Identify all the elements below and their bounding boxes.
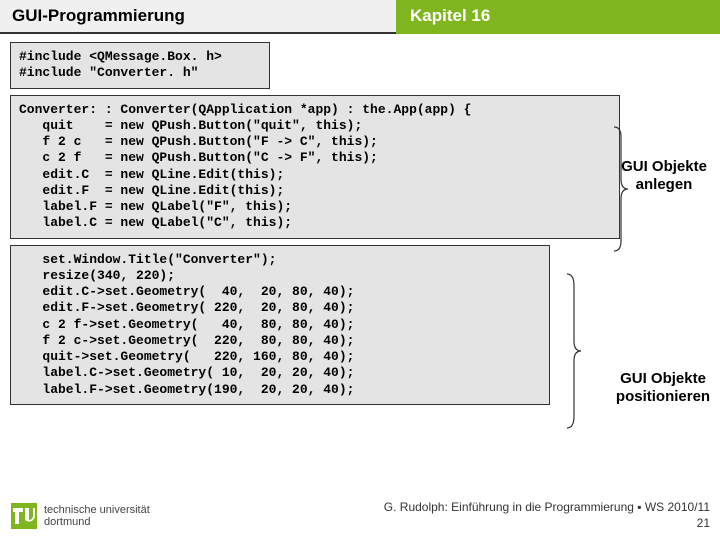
- uni-line1: technische universität: [44, 504, 150, 516]
- annotation-position-l2: positionieren: [616, 388, 710, 405]
- header-title-left: GUI-Programmierung: [0, 0, 396, 34]
- annotation-position: GUI Objekte positionieren: [608, 370, 718, 406]
- brace-icon: [566, 272, 580, 430]
- slide-header: GUI-Programmierung Kapitel 16: [0, 0, 720, 34]
- annotation-create-l2: anlegen: [636, 176, 693, 193]
- code-geometry: set.Window.Title("Converter"); resize(34…: [10, 245, 550, 405]
- university-name: technische universität dortmund: [44, 504, 150, 528]
- annotation-create: GUI Objekte anlegen: [614, 158, 714, 194]
- slide-footer: technische universität dortmund G. Rudol…: [0, 496, 720, 540]
- tu-logo-icon: [10, 502, 38, 530]
- annotation-position-l1: GUI Objekte: [620, 370, 706, 387]
- page-number: 21: [697, 516, 710, 530]
- uni-line2: dortmund: [44, 516, 90, 528]
- annotation-create-l1: GUI Objekte: [621, 158, 707, 175]
- university-logo: technische universität dortmund: [10, 502, 150, 530]
- code-constructor: Converter: : Converter(QApplication *app…: [10, 95, 620, 239]
- footer-credit: G. Rudolph: Einführung in die Programmie…: [384, 500, 710, 531]
- credit-text: G. Rudolph: Einführung in die Programmie…: [384, 500, 710, 514]
- code-includes: #include <QMessage.Box. h> #include "Con…: [10, 42, 270, 89]
- slide-content: #include <QMessage.Box. h> #include "Con…: [10, 42, 710, 405]
- header-title-right: Kapitel 16: [396, 0, 720, 34]
